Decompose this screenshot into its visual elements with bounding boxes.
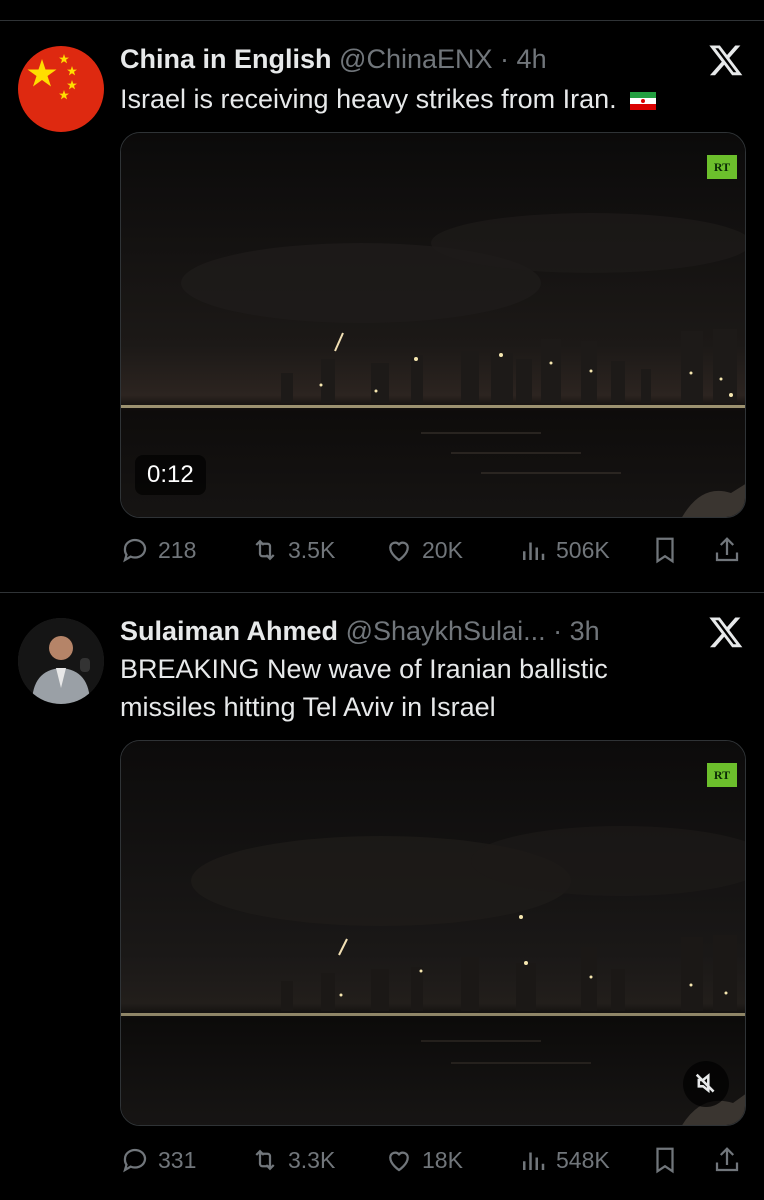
- repost-icon: [255, 539, 275, 561]
- avatar-china-flag[interactable]: [18, 46, 104, 132]
- bookmark-icon[interactable]: [650, 1145, 680, 1175]
- tweet-body: Israel is receiving heavy strikes from I…: [120, 84, 617, 114]
- tweet-text: Israel is receiving heavy strikes from I…: [120, 80, 724, 120]
- tweet-text: BREAKING New wave of Iranian ballistic m…: [120, 650, 724, 726]
- video-player[interactable]: RT: [120, 740, 746, 1126]
- user-handle[interactable]: @ChinaENX: [339, 44, 492, 74]
- repost-button[interactable]: 3.5K: [250, 530, 335, 570]
- tweet-header: China in English @ChinaENX · 4h: [120, 42, 674, 76]
- display-name[interactable]: China in English: [120, 44, 332, 74]
- action-bar: 331 3.3K 18K 548K: [120, 1140, 746, 1180]
- share-icon[interactable]: [712, 535, 742, 565]
- tweet-1[interactable]: China in English @ChinaENX · 4h Israel i…: [0, 0, 764, 592]
- video-player[interactable]: RT 0:12: [120, 132, 746, 518]
- user-handle[interactable]: @ShaykhSulai...: [346, 616, 546, 646]
- repost-count: 3.5K: [288, 537, 336, 563]
- separator-dot: ·: [500, 44, 510, 74]
- heart-icon: [389, 1151, 409, 1172]
- rt-logo: RT: [707, 155, 737, 179]
- tweet-header: Sulaiman Ahmed @ShaykhSulai... · 3h: [120, 614, 674, 648]
- rt-logo: RT: [707, 763, 737, 787]
- like-button[interactable]: 20K: [384, 530, 463, 570]
- like-count: 18K: [422, 1147, 463, 1173]
- share-icon[interactable]: [712, 1145, 742, 1175]
- views-icon: [523, 542, 545, 560]
- like-count: 20K: [422, 537, 463, 563]
- views-button[interactable]: 548K: [518, 1140, 610, 1180]
- timestamp[interactable]: 4h: [517, 44, 547, 74]
- x-logo-icon[interactable]: [708, 42, 744, 78]
- reply-icon: [123, 538, 147, 563]
- mute-button[interactable]: [683, 1061, 729, 1107]
- x-logo-icon[interactable]: [708, 614, 744, 650]
- repost-count: 3.3K: [288, 1147, 336, 1173]
- bookmark-icon[interactable]: [650, 535, 680, 565]
- separator-dot: ·: [553, 616, 563, 646]
- repost-button[interactable]: 3.3K: [250, 1140, 335, 1180]
- display-name[interactable]: Sulaiman Ahmed: [120, 616, 338, 646]
- reply-button[interactable]: 331: [120, 1140, 196, 1180]
- reply-button[interactable]: 218: [120, 530, 196, 570]
- reply-count: 331: [158, 1147, 197, 1173]
- like-button[interactable]: 18K: [384, 1140, 463, 1180]
- timestamp[interactable]: 3h: [570, 616, 600, 646]
- reply-count: 218: [158, 537, 197, 563]
- view-count: 506K: [556, 537, 610, 563]
- avatar-sulaiman[interactable]: [18, 618, 104, 704]
- repost-icon: [255, 1149, 275, 1171]
- iran-flag-icon: [630, 82, 657, 120]
- speaker-muted-icon: [695, 1073, 715, 1094]
- heart-icon: [389, 541, 409, 562]
- views-icon: [523, 1152, 545, 1170]
- action-bar: 218 3.5K 20K 506K: [120, 530, 746, 570]
- reply-icon: [123, 1148, 147, 1173]
- views-button[interactable]: 506K: [518, 530, 610, 570]
- view-count: 548K: [556, 1147, 610, 1173]
- tweet-body-line-2: missiles hitting Tel Aviv in Israel: [120, 692, 496, 722]
- tweet-body-line-1: BREAKING New wave of Iranian ballistic: [120, 654, 608, 684]
- video-duration: 0:12: [135, 455, 206, 495]
- tweet-2[interactable]: Sulaiman Ahmed @ShaykhSulai... · 3h BREA…: [0, 592, 764, 1200]
